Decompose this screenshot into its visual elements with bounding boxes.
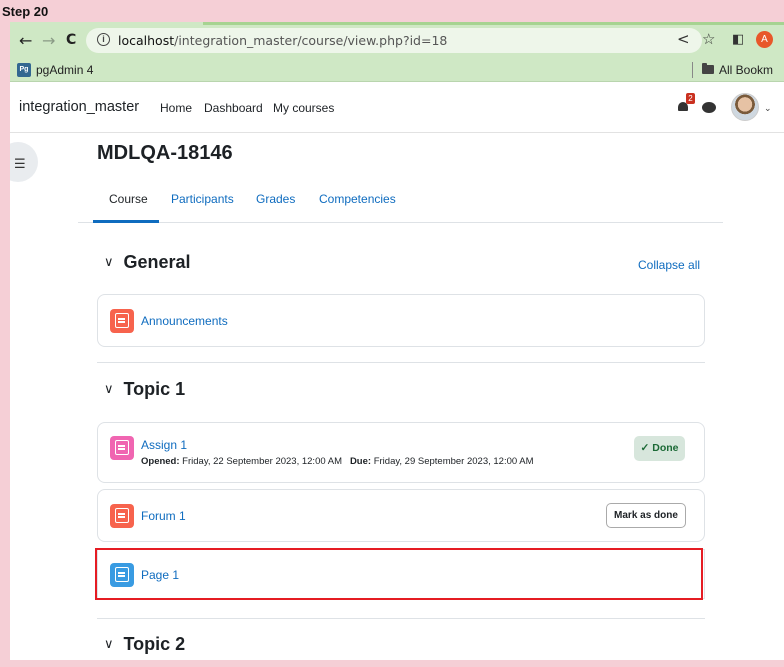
section-general-header[interactable]: ∨ General [104,252,191,273]
avatar[interactable] [731,93,759,121]
reload-button[interactable]: C [66,32,76,48]
star-icon[interactable]: ☆ [702,30,715,48]
section-topic2-header[interactable]: ∨ Topic 2 [104,634,185,655]
tab-participants[interactable]: Participants [171,192,234,206]
forward-button[interactable]: → [42,31,55,50]
activity-assign1[interactable]: Assign 1 Opened: Friday, 22 September 20… [97,422,705,483]
share-icon[interactable]: < [677,30,690,48]
browser-window: ← → C i localhost/integration_master/cou… [10,22,784,660]
tab-grades[interactable]: Grades [256,192,295,206]
activity-link[interactable]: Assign 1 [141,438,187,452]
nav-dashboard[interactable]: Dashboard [204,101,263,115]
tab-course[interactable]: Course [109,192,148,206]
side-panel-icon[interactable]: ◧ [732,32,744,47]
site-info-icon[interactable]: i [97,33,110,46]
bookmarks-bar: Pg pgAdmin 4 All Bookm [10,58,784,82]
chat-icon[interactable] [702,102,716,113]
tab-competencies[interactable]: Competencies [319,192,396,206]
chevron-down-icon[interactable]: ∨ [104,382,114,397]
bookmark-separator [692,62,693,78]
active-tab-indicator [93,220,159,223]
nav-home[interactable]: Home [160,101,192,115]
list-icon[interactable]: ☰ [14,157,26,172]
chevron-down-icon[interactable]: ⌄ [764,103,772,114]
section-title: General [123,252,191,272]
activity-forum1[interactable]: Forum 1 Mark as done [97,489,705,542]
activity-link[interactable]: Forum 1 [141,509,186,523]
nav-my-courses[interactable]: My courses [273,101,334,115]
collapse-all-link[interactable]: Collapse all [638,258,700,272]
course-tabs: Course Participants Grades Competencies [78,180,723,223]
section-title: Topic 1 [123,379,186,399]
activity-dates: Opened: Friday, 22 September 2023, 12:00… [141,456,534,467]
back-button[interactable]: ← [19,31,32,50]
section-divider [97,362,705,363]
forum-icon [110,504,134,528]
bookmark-pgadmin[interactable]: pgAdmin 4 [36,63,93,77]
site-name[interactable]: integration_master [19,99,139,115]
browser-toolbar: ← → C i localhost/integration_master/cou… [10,22,784,58]
section-divider [97,618,705,619]
address-bar[interactable]: i localhost/integration_master/course/vi… [86,28,702,53]
activity-link[interactable]: Announcements [141,314,228,328]
activity-announcements[interactable]: Announcements [97,294,705,347]
completion-done-badge: ✓ Done [634,436,685,461]
chevron-down-icon[interactable]: ∨ [104,255,114,270]
assignment-icon [110,436,134,460]
site-header: integration_master Home Dashboard My cou… [10,83,784,133]
profile-avatar[interactable]: A [756,31,773,48]
notification-count: 2 [686,93,695,104]
section-title: Topic 2 [123,634,186,654]
all-bookmarks[interactable]: All Bookm [719,63,773,77]
tab-strip [203,22,784,25]
pgadmin-icon: Pg [17,63,31,77]
mark-as-done-button[interactable]: Mark as done [606,503,686,528]
forum-icon [110,309,134,333]
highlight-box [95,548,703,600]
check-icon: ✓ [640,442,650,454]
page-title: MDLQA-18146 [97,142,233,164]
url-text[interactable]: localhost/integration_master/course/view… [118,33,447,48]
step-label: Step 20 [2,4,49,19]
folder-icon [702,63,714,74]
chevron-down-icon[interactable]: ∨ [104,637,114,652]
section-topic1-header[interactable]: ∨ Topic 1 [104,379,185,400]
